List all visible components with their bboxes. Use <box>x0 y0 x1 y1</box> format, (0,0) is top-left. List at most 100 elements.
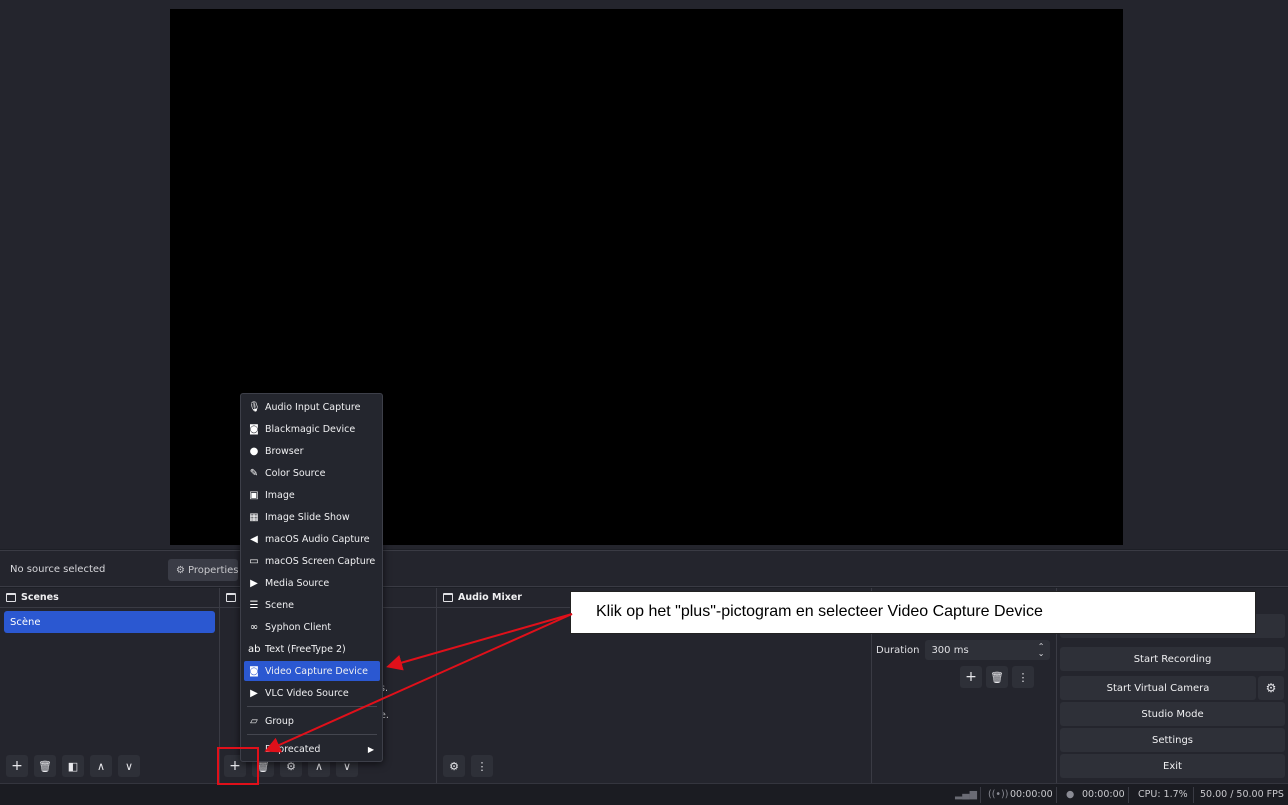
fps-readout: 50.00 / 50.00 FPS <box>1200 789 1284 800</box>
properties-label: Properties <box>187 564 239 576</box>
scenes-dock: Scenes Scène + 🗑 ◧ ∧ ∨ <box>0 588 220 783</box>
camera-icon: ◙ <box>249 423 259 435</box>
more-vertical-icon: ⋮ <box>1017 670 1029 684</box>
menu-item-blackmagic-device[interactable]: ◙ Blackmagic Device <box>244 419 380 439</box>
start-virtual-camera-button[interactable]: Start Virtual Camera <box>1060 676 1256 700</box>
properties-button[interactable]: ⚙ Properties <box>168 559 239 581</box>
scenes-dock-header: Scenes <box>0 588 219 608</box>
transition-toolbar: + 🗑 ⋮ <box>960 666 1034 688</box>
exit-button[interactable]: Exit <box>1060 754 1285 778</box>
status-bar: ▂▄▆ ((•)) 00:00:00 ● 00:00:00 CPU: 1.7% … <box>0 783 1288 805</box>
scene-filters-button[interactable]: ◧ <box>62 755 84 777</box>
menu-item-color-source[interactable]: ✎ Color Source <box>244 463 380 483</box>
gears-icon: ⚙ <box>449 759 459 773</box>
virtual-camera-settings-button[interactable]: ⚙ <box>1258 676 1284 700</box>
play-icon: ▶ <box>250 577 258 589</box>
more-vertical-icon: ⋮ <box>476 759 488 773</box>
menu-item-syphon-client[interactable]: ∞ Syphon Client <box>244 617 380 637</box>
menu-item-label: Browser <box>265 445 304 457</box>
trash-icon: 🗑 <box>990 670 1004 684</box>
obs-window: No source selected ⚙ Properties Scenes S… <box>0 0 1288 805</box>
microphone-icon: 🎙 <box>248 401 261 413</box>
gear-icon: ⚙ <box>176 564 185 576</box>
menu-item-label: macOS Audio Capture <box>265 533 370 545</box>
add-button-highlight <box>217 747 259 785</box>
start-recording-button[interactable]: Start Recording <box>1060 647 1285 671</box>
scene-list-item[interactable]: Scène <box>4 611 215 633</box>
menu-item-macos-screen-capture[interactable]: ▭ macOS Screen Capture <box>244 551 380 571</box>
menu-item-image[interactable]: ▣ Image <box>244 485 380 505</box>
source-context-bar: No source selected ⚙ Properties <box>0 550 1288 587</box>
globe-icon: ● <box>249 445 259 457</box>
menu-item-group[interactable]: ▱ Group <box>244 711 380 731</box>
settings-button[interactable]: Settings <box>1060 728 1285 752</box>
submenu-arrow-icon: ▶ <box>367 744 374 754</box>
dock-icon[interactable] <box>6 593 16 602</box>
move-scene-up-button[interactable]: ∧ <box>90 755 112 777</box>
menu-item-label: Blackmagic Device <box>265 423 356 435</box>
speaker-icon: ◀ <box>250 533 258 545</box>
add-source-menu: 🎙 Audio Input Capture ◙ Blackmagic Device ● B… <box>240 393 383 762</box>
menu-item-vlc-video-source[interactable]: ▶ VLC Video Source <box>244 683 380 703</box>
slideshow-icon: ▦ <box>249 511 259 523</box>
camera-icon: ◙ <box>249 665 259 677</box>
menu-item-text-freetype-2[interactable]: ab Text (FreeType 2) <box>244 639 380 659</box>
mixer-menu-button[interactable]: ⋮ <box>471 755 493 777</box>
paintbrush-icon: ✎ <box>249 467 259 479</box>
move-scene-down-button[interactable]: ∨ <box>118 755 140 777</box>
duration-value: 300 ms <box>931 644 969 656</box>
menu-item-audio-input-capture[interactable]: 🎙 Audio Input Capture <box>244 397 380 417</box>
remove-transition-button[interactable]: 🗑 <box>986 666 1008 688</box>
scenes-toolbar: + 🗑 ◧ ∧ ∨ <box>6 755 140 777</box>
stream-status-icon: ((•)) <box>988 789 1009 800</box>
menu-item-label: Audio Input Capture <box>265 401 361 413</box>
studio-mode-button[interactable]: Studio Mode <box>1060 702 1285 726</box>
cpu-usage: CPU: 1.7% <box>1138 789 1188 800</box>
text-icon: ab <box>248 643 261 655</box>
filter-icon: ◧ <box>67 759 79 773</box>
menu-item-label: Media Source <box>265 577 330 589</box>
callout-text: Klik op het "plus"-pictogram en selectee… <box>596 603 1043 620</box>
monitor-icon: ▭ <box>249 555 259 567</box>
menu-item-scene[interactable]: ☰ Scene <box>244 595 380 615</box>
play-icon: ▶ <box>250 687 258 699</box>
menu-separator <box>247 734 377 735</box>
list-icon: ☰ <box>249 599 259 611</box>
duration-spinbox[interactable]: 300 ms ⌃ ⌄ <box>925 640 1051 660</box>
audio-mixer-toolbar: ⚙ ⋮ <box>443 755 493 777</box>
stream-time: 00:00:00 <box>1010 789 1053 800</box>
menu-item-video-capture-device[interactable]: ◙ Video Capture Device <box>244 661 380 681</box>
instruction-callout: Klik op het "plus"-pictogram en selectee… <box>570 591 1256 634</box>
remove-scene-button[interactable]: 🗑 <box>34 755 56 777</box>
chevron-down-icon: ∨ <box>124 759 134 773</box>
folder-icon: ▱ <box>250 715 258 727</box>
menu-item-deprecated[interactable]: Deprecated ▶ <box>244 739 380 759</box>
menu-item-label: Video Capture Device <box>265 665 368 677</box>
spin-arrows-icon[interactable]: ⌃ ⌄ <box>1038 643 1045 658</box>
record-time: 00:00:00 <box>1082 789 1125 800</box>
menu-item-image-slide-show[interactable]: ▦ Image Slide Show <box>244 507 380 527</box>
menu-separator <box>247 706 377 707</box>
dock-icon[interactable] <box>226 593 236 602</box>
menu-item-label: macOS Screen Capture <box>265 555 376 567</box>
menu-item-media-source[interactable]: ▶ Media Source <box>244 573 380 593</box>
duration-row: Duration 300 ms ⌃ ⌄ <box>876 640 1051 660</box>
menu-item-label: Group <box>265 715 294 727</box>
audio-mixer-title: Audio Mixer <box>458 592 522 603</box>
transition-menu-button[interactable]: ⋮ <box>1012 666 1034 688</box>
menu-item-label: Image <box>265 489 295 501</box>
preview-area <box>0 0 1288 549</box>
link-icon: ∞ <box>249 621 259 633</box>
signal-bars-icon: ▂▄▆ <box>955 789 977 800</box>
gear-icon: ⚙ <box>1265 681 1277 695</box>
advanced-audio-button[interactable]: ⚙ <box>443 755 465 777</box>
duration-label: Duration <box>876 644 920 656</box>
dock-icon[interactable] <box>443 593 453 602</box>
image-icon: ▣ <box>249 489 259 501</box>
add-transition-button[interactable]: + <box>960 666 982 688</box>
menu-item-label: Image Slide Show <box>265 511 350 523</box>
menu-item-browser[interactable]: ● Browser <box>244 441 380 461</box>
add-scene-button[interactable]: + <box>6 755 28 777</box>
menu-item-macos-audio-capture[interactable]: ◀ macOS Audio Capture <box>244 529 380 549</box>
trash-icon: 🗑 <box>38 759 52 773</box>
